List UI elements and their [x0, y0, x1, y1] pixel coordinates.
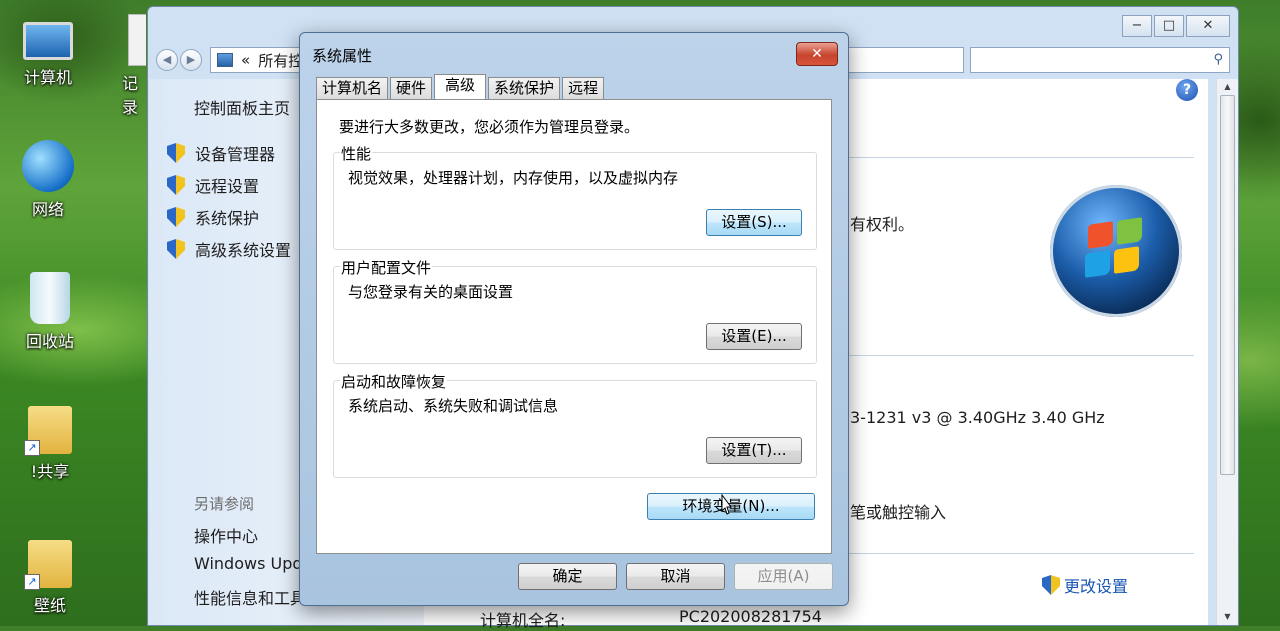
task-label: 高级系统设置 — [195, 241, 292, 260]
windows-logo — [1050, 185, 1182, 317]
desktop-icon-wallpaper[interactable]: ↗ 壁纸 — [5, 540, 95, 616]
desktop-icon-notes[interactable]: 记录 — [100, 14, 146, 118]
tab-hardware[interactable]: 硬件 — [390, 77, 433, 99]
computer-full-name-label: 计算机全名: — [480, 611, 566, 630]
task-advanced-settings[interactable]: 高级系统设置 — [167, 237, 291, 261]
performance-settings-button[interactable]: 设置(S)... — [706, 209, 802, 236]
task-label: 设备管理器 — [195, 145, 276, 164]
group-description: 与您登录有关的桌面设置 — [348, 283, 514, 301]
admin-note: 要进行大多数更改，您必须作为管理员登录。 — [339, 118, 640, 136]
startup-recovery-group: 启动和故障恢复 系统启动、系统失败和调试信息 设置(T)... — [333, 371, 817, 478]
vertical-scrollbar[interactable]: ▲ ▼ — [1216, 79, 1238, 625]
recycle-bin-icon — [30, 272, 70, 324]
tab-advanced[interactable]: 高级 — [434, 74, 487, 99]
group-title: 性能 — [340, 143, 373, 164]
group-title: 启动和故障恢复 — [340, 371, 448, 392]
shield-icon — [167, 207, 185, 227]
section-divider — [848, 355, 1194, 356]
folder-icon: ↗ — [24, 540, 72, 590]
dialog-title: 系统属性 — [312, 47, 373, 65]
maximize-button[interactable]: □ — [1154, 15, 1184, 37]
pen-touch-value: 笔或触控输入 — [850, 503, 947, 522]
see-also-action-center[interactable]: 操作中心 — [194, 523, 258, 547]
notepad-icon — [128, 14, 146, 66]
search-input[interactable]: ⚲ — [970, 47, 1230, 73]
minimize-button[interactable]: − — [1122, 15, 1152, 37]
scroll-down-arrow-icon[interactable]: ▼ — [1217, 609, 1238, 625]
computer-icon — [23, 22, 73, 60]
desktop-icon-label: 记录 — [122, 74, 139, 117]
system-properties-dialog: 系统属性 ✕ 计算机名 硬件 高级 系统保护 远程 要进行大多数更改，您必须作为… — [299, 32, 849, 606]
address-text: 所有控 — [258, 51, 304, 70]
logo-flag-red — [1088, 221, 1113, 249]
desktop-icon-share[interactable]: ↗ !共享 — [5, 406, 95, 482]
help-icon[interactable]: ? — [1176, 79, 1198, 101]
group-description: 视觉效果，处理器计划，内存使用，以及虚拟内存 — [348, 169, 679, 187]
shortcut-arrow-icon: ↗ — [24, 440, 40, 456]
shortcut-arrow-icon: ↗ — [24, 574, 40, 590]
see-also-performance-tools[interactable]: 性能信息和工具 — [194, 585, 306, 609]
back-button[interactable]: ◀ — [156, 49, 178, 71]
see-also-heading: 另请参阅 — [194, 495, 255, 513]
scroll-up-arrow-icon[interactable]: ▲ — [1217, 79, 1238, 95]
advanced-tab-panel: 要进行大多数更改，您必须作为管理员登录。 性能 视觉效果，处理器计划，内存使用，… — [316, 99, 832, 554]
task-remote-settings[interactable]: 远程设置 — [167, 173, 259, 197]
group-title: 用户配置文件 — [340, 257, 433, 278]
desktop-icon-label: 计算机 — [23, 68, 72, 87]
desktop-icon-recycle-bin[interactable]: 回收站 — [5, 272, 95, 352]
tab-computer-name[interactable]: 计算机名 — [316, 77, 389, 99]
task-label: 系统保护 — [195, 209, 260, 228]
change-settings-link[interactable]: 更改设置 — [1042, 573, 1128, 597]
desktop-icon-label: 网络 — [31, 200, 64, 219]
address-prefix: « — [241, 51, 251, 69]
startup-recovery-settings-button[interactable]: 设置(T)... — [706, 437, 802, 464]
tab-remote[interactable]: 远程 — [562, 77, 605, 99]
shield-icon — [167, 175, 185, 195]
cancel-button[interactable]: 取消 — [626, 563, 725, 590]
change-settings-label: 更改设置 — [1064, 577, 1129, 596]
desktop-icon-label: !共享 — [30, 462, 70, 481]
scroll-thumb[interactable] — [1220, 95, 1235, 475]
performance-group: 性能 视觉效果，处理器计划，内存使用，以及虚拟内存 设置(S)... — [333, 143, 817, 250]
processor-value: 3-1231 v3 @ 3.40GHz 3.40 GHz — [850, 408, 1105, 427]
tab-system-protection[interactable]: 系统保护 — [488, 77, 561, 99]
control-panel-icon — [217, 53, 233, 67]
ok-button[interactable]: 确定 — [518, 563, 617, 590]
network-icon — [22, 140, 74, 192]
shield-icon — [167, 239, 185, 259]
logo-flag-green — [1117, 217, 1142, 245]
section-divider — [848, 157, 1194, 158]
control-panel-home-link[interactable]: 控制面板主页 — [194, 95, 290, 119]
forward-button[interactable]: ▶ — [180, 49, 202, 71]
user-profiles-settings-button[interactable]: 设置(E)... — [706, 323, 802, 350]
section-divider — [848, 553, 1194, 554]
desktop-icon-network[interactable]: 网络 — [3, 140, 93, 220]
folder-icon: ↗ — [24, 406, 72, 456]
task-label: 远程设置 — [195, 177, 260, 196]
shield-icon — [167, 143, 185, 163]
group-description: 系统启动、系统失败和调试信息 — [348, 397, 559, 415]
logo-flag-yellow — [1114, 246, 1139, 274]
copyright-text: 有权利。 — [850, 215, 915, 234]
desktop-icon-computer[interactable]: 计算机 — [3, 14, 93, 88]
see-also-windows-update[interactable]: Windows Upd — [194, 554, 303, 573]
desktop-icon-label: 壁纸 — [33, 596, 66, 615]
dialog-tabs: 计算机名 硬件 高级 系统保护 远程 — [316, 74, 606, 100]
dialog-close-button[interactable]: ✕ — [796, 42, 838, 66]
task-system-protection[interactable]: 系统保护 — [167, 205, 259, 229]
apply-button[interactable]: 应用(A) — [734, 563, 833, 590]
shield-icon — [1042, 575, 1060, 595]
close-button[interactable]: ✕ — [1186, 15, 1230, 37]
task-device-manager[interactable]: 设备管理器 — [167, 141, 275, 165]
logo-flag-blue — [1085, 250, 1110, 278]
search-icon: ⚲ — [1213, 52, 1223, 67]
computer-full-name-value: PC202008281754 — [679, 607, 822, 626]
user-profiles-group: 用户配置文件 与您登录有关的桌面设置 设置(E)... — [333, 257, 817, 364]
desktop-icon-label: 回收站 — [25, 332, 74, 351]
